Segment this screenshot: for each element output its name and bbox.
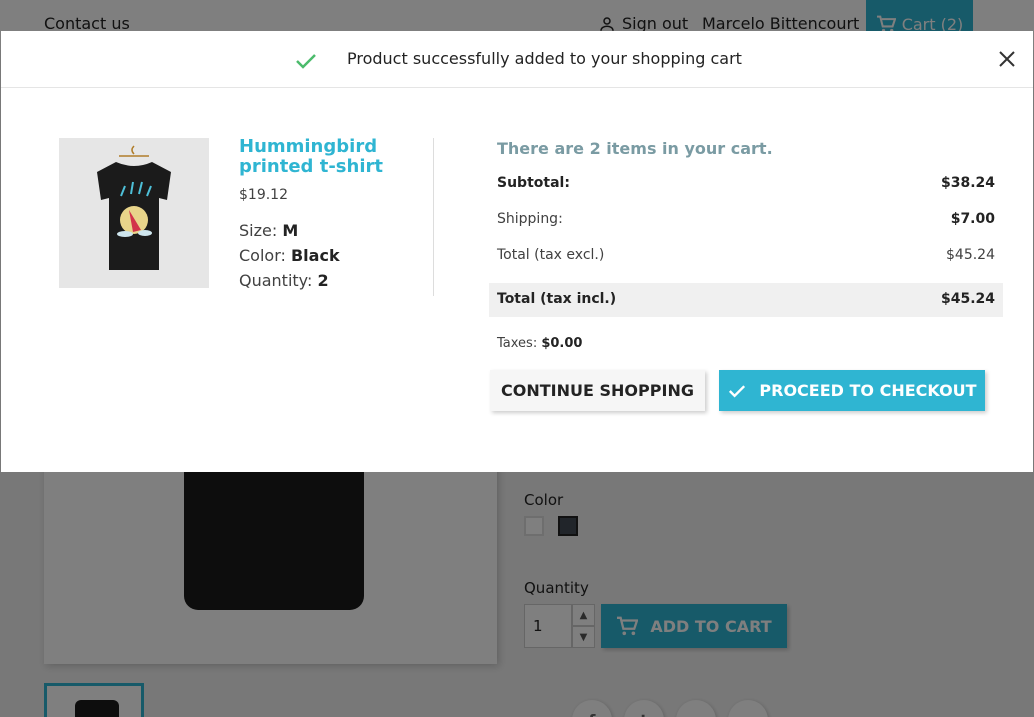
size-value: M: [282, 221, 299, 240]
total-incl-value: $45.24: [940, 291, 995, 307]
product-color: Color: Black: [239, 246, 340, 265]
taxes-line: Taxes: $0.00: [497, 336, 582, 351]
modal-title: Product successfully added to your shopp…: [347, 49, 742, 68]
check-icon: [729, 384, 746, 397]
product-name[interactable]: Hummingbird printed t-shirt: [239, 137, 409, 177]
product-size: Size: M: [239, 221, 298, 240]
shipping-row: Shipping: $7.00: [489, 203, 1003, 237]
add-to-cart-modal: Product successfully added to your shopp…: [1, 31, 1033, 472]
taxes-label: Taxes:: [497, 336, 538, 351]
product-image: [59, 138, 209, 288]
divider: [433, 138, 434, 296]
cart-items-count: There are 2 items in your cart.: [497, 139, 773, 158]
tshirt-image: [97, 145, 171, 270]
subtotal-row: Subtotal: $38.24: [489, 167, 1003, 201]
total-incl-label: Total (tax incl.): [497, 291, 617, 307]
shipping-label: Shipping:: [497, 211, 563, 227]
total-excl-value: $45.24: [946, 247, 995, 263]
subtotal-label: Subtotal:: [497, 175, 570, 191]
product-price: $19.12: [239, 187, 288, 203]
color-label: Color:: [239, 246, 286, 265]
close-icon[interactable]: [997, 49, 1017, 69]
quantity-label: Quantity:: [239, 271, 313, 290]
total-excl-label: Total (tax excl.): [497, 247, 605, 263]
continue-shopping-button[interactable]: CONTINUE SHOPPING: [490, 370, 705, 411]
product-quantity: Quantity: 2: [239, 271, 329, 290]
quantity-value: 2: [317, 271, 329, 290]
check-icon: [296, 54, 316, 69]
taxes-value: $0.00: [541, 336, 583, 351]
checkout-label: PROCEED TO CHECKOUT: [759, 381, 977, 400]
subtotal-value: $38.24: [940, 175, 995, 191]
total-incl-row: Total (tax incl.) $45.24: [489, 283, 1003, 317]
modal-header: Product successfully added to your shopp…: [1, 31, 1033, 88]
proceed-to-checkout-button[interactable]: PROCEED TO CHECKOUT: [719, 370, 985, 411]
size-label: Size:: [239, 221, 278, 240]
shipping-value: $7.00: [950, 211, 995, 227]
total-excl-row: Total (tax excl.) $45.24: [489, 239, 1003, 273]
color-value: Black: [290, 246, 340, 265]
